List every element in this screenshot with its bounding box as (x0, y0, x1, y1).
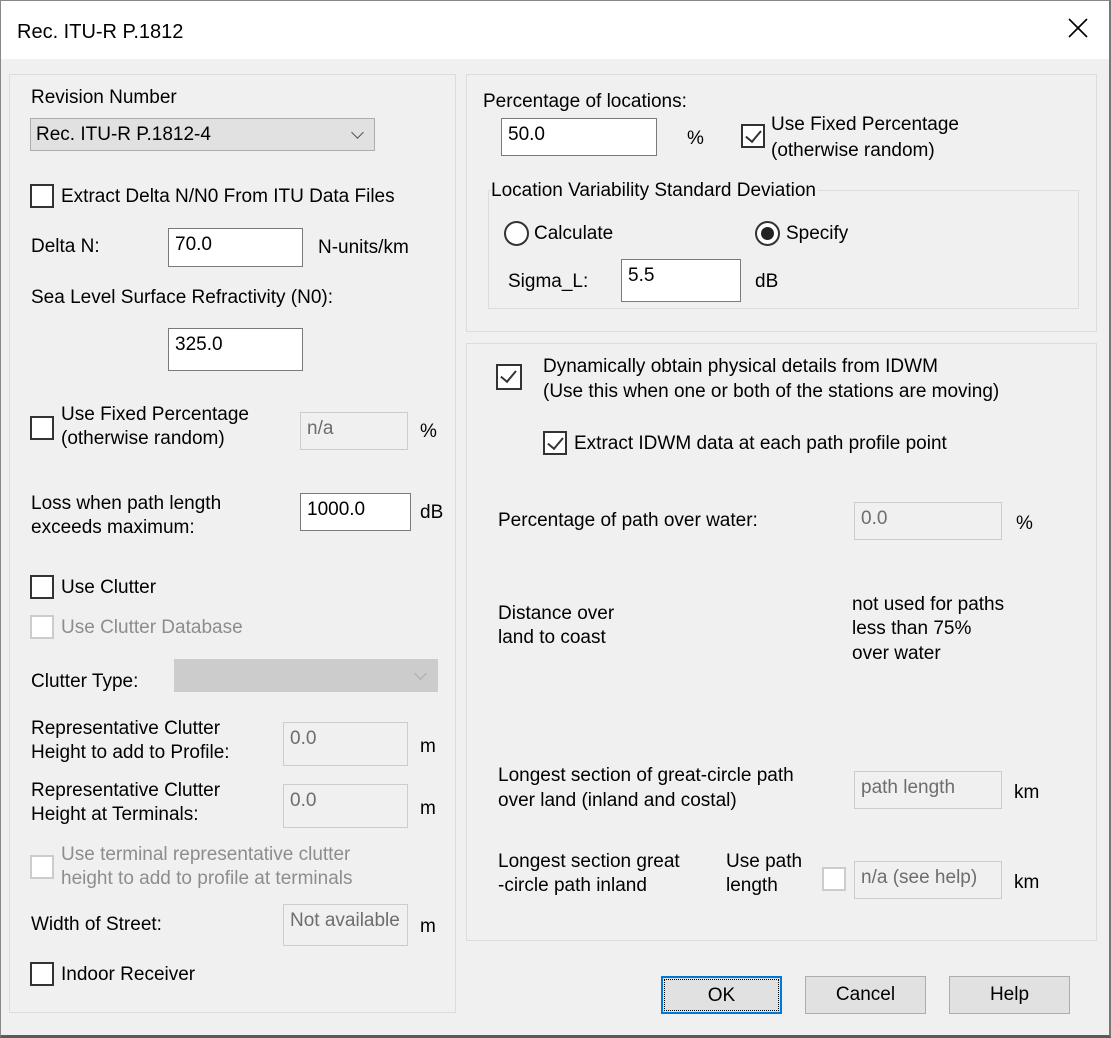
close-icon[interactable] (1063, 13, 1093, 43)
dynamic-idwm-label-1: Dynamically obtain physical details from… (543, 356, 938, 377)
calculate-radio[interactable] (504, 221, 529, 246)
fixed-percentage-label-1: Use Fixed Percentage (61, 404, 249, 425)
use-clutter-database-checkbox[interactable] (30, 615, 54, 639)
n0-label: Sea Level Surface Refractivity (N0): (31, 287, 334, 308)
coast-label-1: Distance over (498, 603, 615, 624)
loss-label-2: exceeds maximum: (31, 517, 195, 538)
indoor-receiver-checkbox[interactable] (30, 962, 54, 986)
sigma-label: Sigma_L: (508, 271, 589, 292)
n0-input[interactable]: 325.0 (168, 328, 303, 371)
rep-terminal-unit: m (420, 798, 436, 819)
use-path-length-checkbox[interactable] (822, 867, 846, 891)
loss-label-1: Loss when path length (31, 493, 222, 514)
specify-label: Specify (786, 223, 849, 244)
coast-label-2: land to coast (498, 627, 606, 648)
fixed-percentage-label-2: (otherwise random) (61, 428, 225, 449)
sigma-input[interactable]: 5.5 (621, 259, 741, 302)
cancel-button[interactable]: Cancel (805, 976, 926, 1014)
land-label-2: over land (inland and costal) (498, 790, 737, 811)
use-terminal-clutter-label-1: Use terminal representative clutter (61, 844, 351, 865)
revision-value: Rec. ITU-R P.1812-4 (36, 124, 211, 145)
use-clutter-database-label: Use Clutter Database (61, 617, 243, 638)
use-clutter-checkbox[interactable] (30, 575, 54, 599)
use-fixed-percentage-label-1: Use Fixed Percentage (771, 114, 959, 135)
use-path-length-label-1: Use path (726, 851, 803, 872)
chevron-down-icon (351, 126, 364, 139)
extract-idwm-label: Extract IDWM data at each path profile p… (574, 433, 947, 454)
fixed-percentage-checkbox[interactable] (30, 416, 54, 440)
pct-locations-label: Percentage of locations: (483, 91, 687, 112)
extract-delta-label: Extract Delta N/N0 From ITU Data Files (61, 186, 395, 207)
inland-input[interactable]: n/a (see help) (854, 861, 1002, 899)
street-input[interactable]: Not available (283, 904, 408, 946)
help-button[interactable]: Help (949, 976, 1070, 1014)
rep-terminal-input[interactable]: 0.0 (283, 784, 408, 828)
location-variability-label: Location Variability Standard Deviation (491, 179, 818, 203)
extract-delta-checkbox[interactable] (30, 184, 54, 208)
delta-n-input[interactable]: 70.0 (168, 228, 303, 267)
coast-note-1: not used for paths (852, 594, 1005, 615)
coast-note-3: over water (852, 643, 941, 664)
water-unit: % (1016, 513, 1033, 534)
delta-n-label: Delta N: (31, 236, 100, 257)
revision-combo[interactable]: Rec. ITU-R P.1812-4 (30, 118, 375, 151)
inland-label-2: -circle path inland (498, 875, 647, 896)
loss-unit: dB (420, 502, 444, 523)
indoor-receiver-label: Indoor Receiver (61, 964, 196, 985)
use-fixed-percentage-label-2: (otherwise random) (771, 140, 935, 161)
use-terminal-clutter-label-2: height to add to profile at terminals (61, 868, 353, 889)
rep-terminal-label-1: Representative Clutter (31, 780, 221, 801)
street-label: Width of Street: (31, 914, 162, 935)
sigma-unit: dB (755, 271, 779, 292)
rep-profile-label-2: Height to add to Profile: (31, 742, 230, 763)
inland-unit: km (1014, 872, 1040, 893)
rep-profile-unit: m (420, 736, 436, 757)
pct-locations-unit: % (687, 128, 704, 149)
land-unit: km (1014, 782, 1040, 803)
clutter-type-label: Clutter Type: (31, 671, 139, 692)
land-input[interactable]: path length (854, 771, 1002, 809)
use-clutter-label: Use Clutter (61, 577, 157, 598)
chevron-down-icon (414, 667, 427, 680)
street-unit: m (420, 916, 436, 937)
revision-label: Revision Number (31, 87, 177, 108)
loss-input[interactable]: 1000.0 (300, 493, 411, 531)
calculate-label: Calculate (534, 223, 614, 244)
ok-button[interactable]: OK (661, 976, 782, 1014)
rep-profile-input[interactable]: 0.0 (283, 722, 408, 766)
use-path-length-label-2: length (726, 875, 778, 896)
rep-terminal-label-2: Height at Terminals: (31, 804, 199, 825)
delta-n-unit: N-units/km (318, 237, 409, 258)
inland-label-1: Longest section great (498, 851, 680, 872)
water-label: Percentage of path over water: (498, 510, 758, 531)
clutter-type-combo[interactable] (174, 659, 438, 692)
dynamic-idwm-checkbox[interactable] (496, 364, 522, 390)
extract-idwm-checkbox[interactable] (543, 431, 567, 455)
water-input[interactable]: 0.0 (854, 502, 1002, 540)
land-label-1: Longest section of great-circle path (498, 765, 794, 786)
fixed-percentage-unit: % (420, 421, 437, 442)
window-title: Rec. ITU-R P.1812 (17, 21, 184, 43)
specify-radio[interactable] (755, 221, 780, 246)
use-terminal-clutter-checkbox[interactable] (30, 855, 54, 879)
pct-locations-input[interactable]: 50.0 (501, 118, 657, 156)
dynamic-idwm-label-2: (Use this when one or both of the statio… (543, 381, 1000, 402)
rep-profile-label-1: Representative Clutter (31, 718, 221, 739)
coast-note-2: less than 75% (852, 618, 972, 639)
use-fixed-percentage-checkbox[interactable] (741, 124, 765, 148)
fixed-percentage-input[interactable]: n/a (300, 412, 408, 450)
